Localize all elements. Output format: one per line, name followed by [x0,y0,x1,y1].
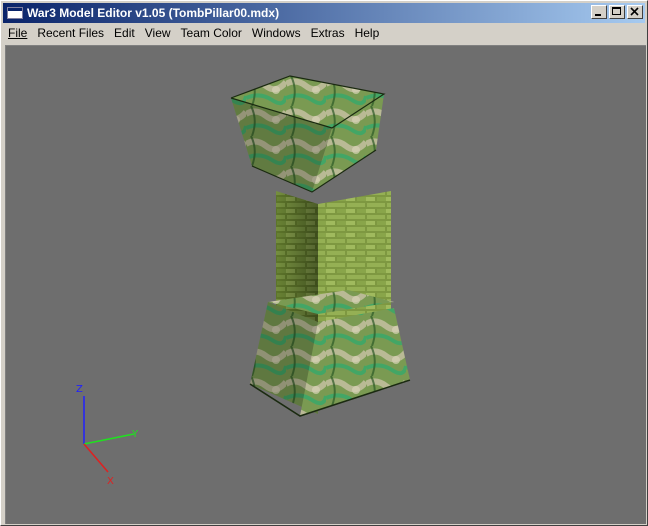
menu-windows-label: Windows [251,26,301,40]
menu-file-label: File [8,26,28,40]
menu-help-label: Help [354,26,380,40]
menu-view-label: View [144,26,171,40]
close-icon [630,7,639,16]
app-window: War3 Model Editor v1.05 (TombPillar00.md… [0,0,648,526]
app-icon[interactable] [7,7,23,19]
maximize-icon [612,7,621,15]
minimize-button[interactable] [591,5,607,19]
menu-edit[interactable]: Edit [109,25,140,42]
menu-file[interactable]: File [3,25,32,42]
menu-help[interactable]: Help [350,25,385,42]
maximize-button[interactable] [609,5,625,19]
menu-windows[interactable]: Windows [247,25,306,42]
caption-buttons [591,5,643,19]
menu-extras-label: Extras [310,26,345,40]
menu-edit-label: Edit [114,26,135,40]
menu-bar: File Recent Files Edit View Team Color W… [3,24,645,43]
y-axis-line [83,433,135,445]
z-axis-label: Z [76,384,83,395]
menu-team-color[interactable]: Team Color [176,25,247,42]
minimize-icon [595,14,601,16]
close-button[interactable] [627,5,643,19]
y-axis-label: Y [131,429,139,440]
x-axis-label: X [107,476,114,487]
menu-extras[interactable]: Extras [306,25,350,42]
x-axis-line [83,443,109,473]
window-title: War3 Model Editor v1.05 (TombPillar00.md… [27,6,280,20]
model-render: Z Y X [76,75,411,487]
menu-recent-files[interactable]: Recent Files [32,25,109,42]
axis-gizmo: Z Y X [76,384,139,487]
title-bar[interactable]: War3 Model Editor v1.05 (TombPillar00.md… [3,3,645,23]
menu-view[interactable]: View [140,25,176,42]
menu-recent-files-label: Recent Files [37,26,105,40]
model-viewport[interactable]: Z Y X [5,45,646,524]
menu-team-color-label: Team Color [180,26,242,40]
